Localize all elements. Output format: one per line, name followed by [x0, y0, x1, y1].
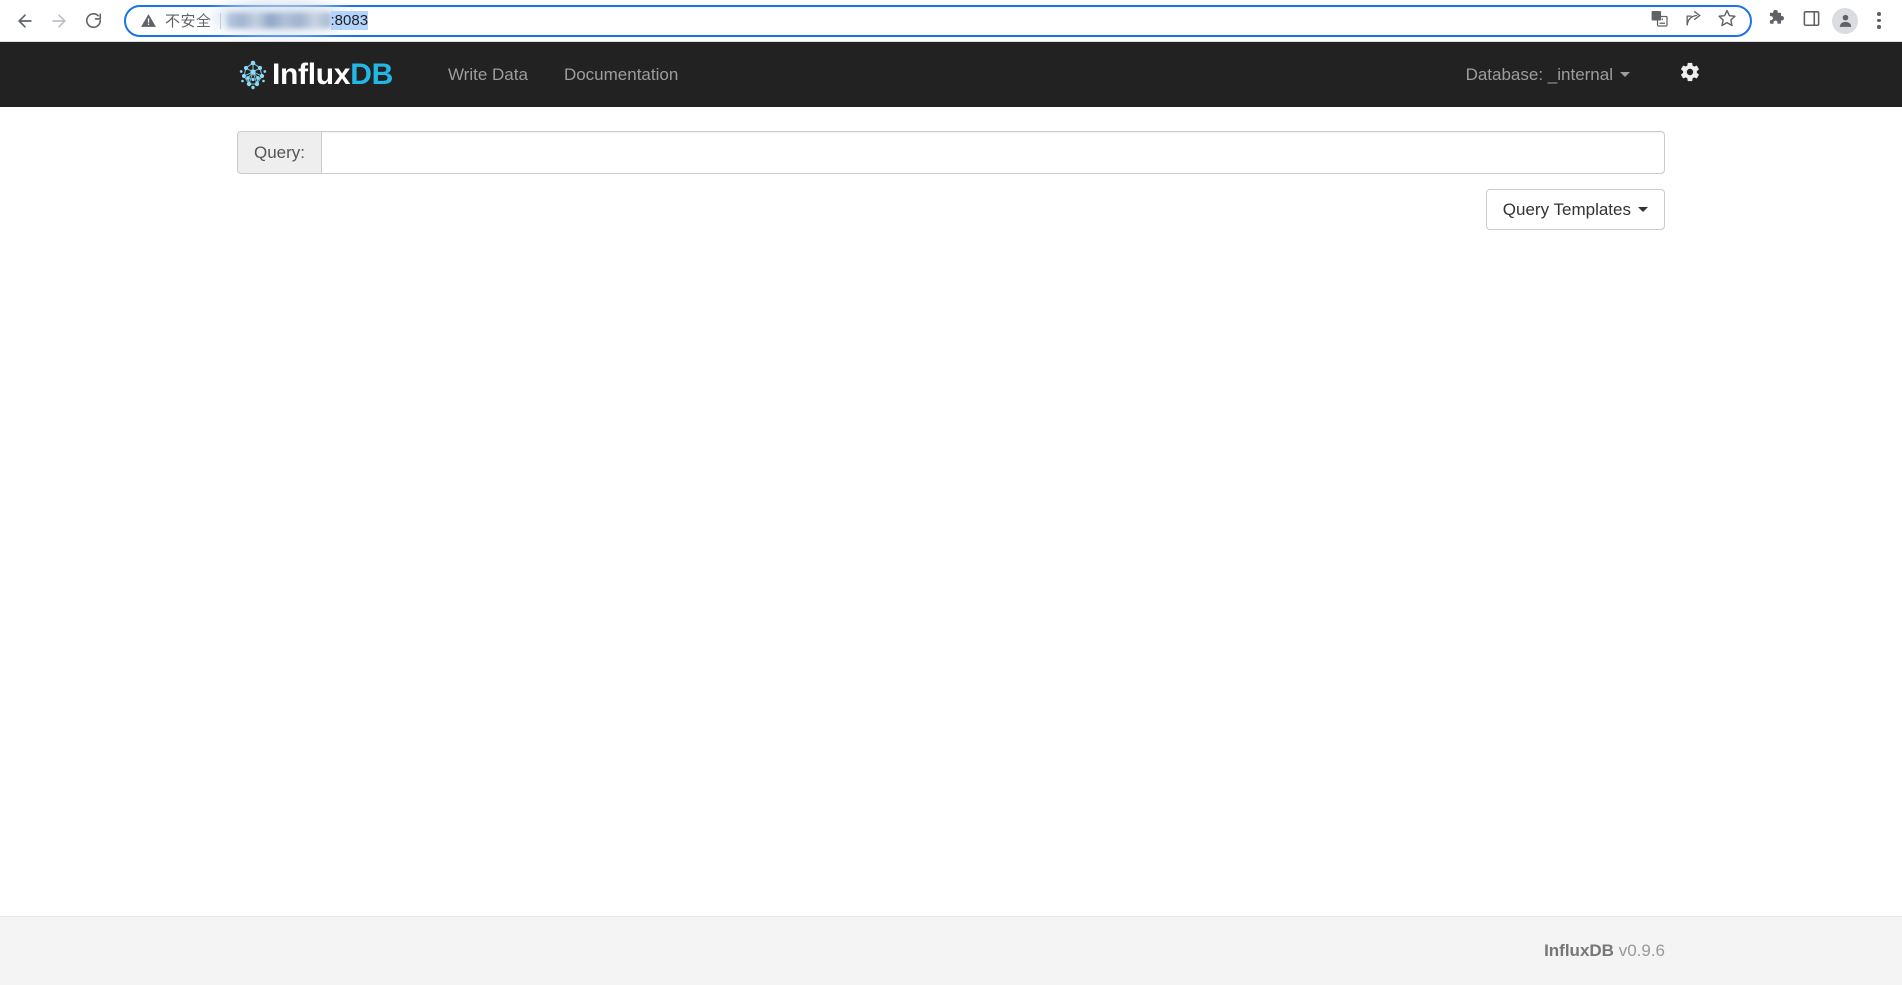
- browser-nav-buttons: [0, 4, 110, 38]
- translate-button[interactable]: G: [1645, 7, 1673, 35]
- database-dropdown[interactable]: Database: _internal: [1450, 42, 1646, 107]
- reload-button[interactable]: [76, 4, 110, 38]
- url-text[interactable]: :8083: [212, 1, 369, 35]
- bookmark-button[interactable]: [1713, 7, 1741, 35]
- footer-brand: InfluxDB: [1544, 941, 1614, 960]
- query-input-group: Query:: [237, 131, 1665, 174]
- browser-menu-button[interactable]: [1862, 4, 1896, 38]
- omnibox-divider: [219, 12, 221, 29]
- nav-link-write-data[interactable]: Write Data: [430, 42, 546, 107]
- settings-button[interactable]: [1668, 42, 1712, 107]
- query-templates-label: Query Templates: [1502, 199, 1631, 219]
- extensions-button[interactable]: [1760, 4, 1794, 38]
- share-button[interactable]: [1679, 7, 1707, 35]
- puzzle-icon: [1767, 8, 1787, 33]
- database-dropdown-label: Database: _internal: [1465, 64, 1613, 84]
- address-bar[interactable]: 不安全 :8083 G: [124, 1, 1752, 37]
- browser-toolbar: 不安全 :8083 G: [0, 0, 1902, 42]
- main-content: Query: Query Templates: [0, 107, 1902, 915]
- reload-icon: [84, 11, 103, 30]
- warning-triangle-icon: [140, 12, 157, 29]
- omnibox-actions: G: [1642, 7, 1744, 35]
- gear-icon: [1679, 61, 1701, 88]
- star-icon: [1717, 8, 1737, 33]
- query-templates-row: Query Templates: [237, 189, 1665, 230]
- url-host-redacted: [226, 13, 331, 28]
- content-container: Query: Query Templates: [237, 131, 1665, 230]
- navbar-right: Database: _internal: [1450, 42, 1712, 107]
- profile-button[interactable]: [1828, 4, 1862, 38]
- app-footer: InfluxDB v0.9.6: [0, 916, 1902, 985]
- back-arrow-icon: [15, 11, 35, 31]
- side-panel-icon: [1802, 9, 1821, 33]
- nav-links: Write Data Documentation: [430, 42, 696, 107]
- browser-toolbar-icons: [1760, 4, 1902, 38]
- chevron-down-icon: [1620, 72, 1630, 77]
- influxdb-molecule-icon: [237, 58, 269, 92]
- translate-icon: G: [1650, 9, 1669, 33]
- brand-influx-text: Influx: [272, 57, 351, 91]
- forward-arrow-icon: [49, 11, 69, 31]
- forward-button[interactable]: [42, 4, 76, 38]
- three-dot-menu-icon: [1877, 12, 1881, 29]
- security-status-label: 不安全: [165, 13, 212, 30]
- back-button[interactable]: [8, 4, 42, 38]
- side-panel-button[interactable]: [1794, 4, 1828, 38]
- chevron-down-icon: [1638, 207, 1648, 212]
- footer-content: InfluxDB v0.9.6: [237, 941, 1665, 961]
- query-templates-button[interactable]: Query Templates: [1485, 189, 1665, 230]
- app-navbar: InfluxDB Write Data Documentation Databa…: [0, 42, 1902, 107]
- url-port: :8083: [330, 11, 369, 30]
- share-icon: [1684, 9, 1703, 33]
- avatar-icon: [1832, 7, 1858, 34]
- nav-link-documentation[interactable]: Documentation: [546, 42, 696, 107]
- brand-logo[interactable]: InfluxDB: [237, 42, 393, 107]
- brand-text: InfluxDB: [272, 57, 393, 91]
- query-input[interactable]: [321, 131, 1665, 174]
- footer-version: v0.9.6: [1618, 941, 1665, 960]
- brand-db-text: DB: [350, 57, 393, 91]
- query-label: Query:: [237, 131, 322, 174]
